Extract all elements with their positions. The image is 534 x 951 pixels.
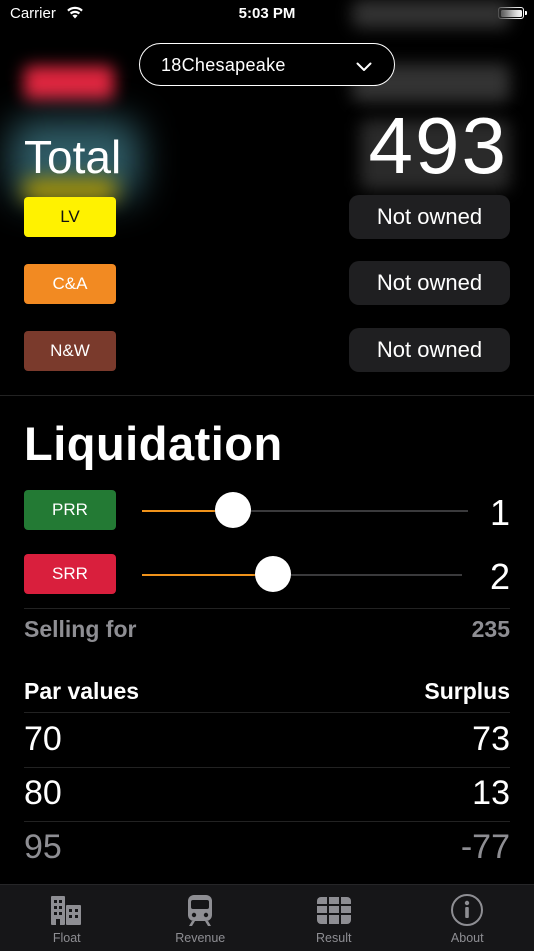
par-value-cell: 80 — [24, 774, 62, 813]
slider-thumb[interactable] — [215, 492, 251, 528]
chevron-down-icon — [356, 59, 372, 77]
ownership-button-ca[interactable]: Not owned — [349, 261, 510, 305]
info-icon — [449, 893, 485, 927]
tab-bar: Float Revenue — [0, 884, 534, 951]
tab-label: Result — [267, 931, 401, 945]
row-divider — [24, 712, 510, 713]
selling-for-value: 235 — [472, 616, 510, 643]
surplus-cell: -77 — [461, 828, 510, 867]
table-row: 95 -77 — [24, 822, 510, 876]
selling-for-label: Selling for — [24, 616, 136, 643]
tab-about[interactable]: About — [401, 885, 534, 951]
par-values-header: Par values — [24, 678, 139, 704]
total-label: Total — [24, 130, 121, 184]
par-value-cell: 70 — [24, 720, 62, 759]
company-badge-prr: PRR — [24, 490, 116, 530]
par-value-cell: 95 — [24, 828, 62, 867]
surplus-header: Surplus — [424, 678, 510, 705]
surplus-cell: 13 — [472, 774, 510, 813]
slider-value: 1 — [490, 492, 510, 534]
ownership-button-nw[interactable]: Not owned — [349, 328, 510, 372]
table-header: Par values Surplus — [24, 678, 510, 705]
tab-label: Float — [0, 931, 134, 945]
surplus-cell: 73 — [472, 720, 510, 759]
slider-thumb[interactable] — [255, 556, 291, 592]
game-selector-label: 18Chesapeake — [161, 55, 286, 76]
row-divider — [24, 608, 510, 609]
liquidation-slider-row: PRR 1 — [0, 490, 534, 532]
company-badge-lv: LV — [24, 197, 116, 237]
slider-fill — [142, 574, 273, 576]
prr-slider[interactable] — [142, 510, 468, 512]
company-badge-srr: SRR — [24, 554, 116, 594]
tab-float[interactable]: Float — [0, 885, 134, 951]
company-badge-nw: N&W — [24, 331, 116, 371]
company-row: C&A Not owned — [0, 264, 534, 306]
table-row: 80 13 — [24, 768, 510, 822]
liquidation-slider-row: SRR 2 — [0, 554, 534, 596]
total-value: 493 — [369, 100, 508, 192]
liquidation-title: Liquidation — [24, 416, 283, 471]
train-icon — [182, 893, 218, 927]
buildings-icon — [49, 893, 85, 927]
company-row: N&W Not owned — [0, 331, 534, 373]
section-divider — [0, 395, 534, 396]
tab-revenue[interactable]: Revenue — [134, 885, 268, 951]
table-row: 70 73 — [24, 714, 510, 768]
game-selector[interactable]: 18Chesapeake — [139, 43, 395, 86]
grid-icon — [316, 893, 352, 927]
company-badge-ca: C&A — [24, 264, 116, 304]
ownership-button-lv[interactable]: Not owned — [349, 195, 510, 239]
srr-slider[interactable] — [142, 574, 462, 576]
tab-label: Revenue — [134, 931, 268, 945]
tab-label: About — [401, 931, 534, 945]
company-row: LV Not owned — [0, 197, 534, 239]
slider-value: 2 — [490, 556, 510, 598]
tab-result[interactable]: Result — [267, 885, 401, 951]
blurred-background — [352, 0, 510, 28]
blurred-background — [24, 66, 114, 100]
